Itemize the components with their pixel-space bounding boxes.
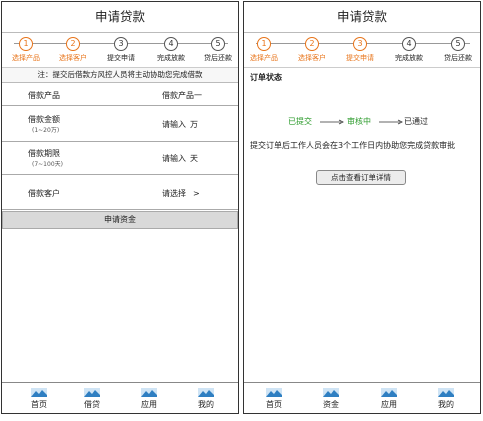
mountain-image-icon — [381, 388, 397, 397]
step-label: 选择产品 — [12, 54, 40, 62]
step-number: 1 — [257, 37, 271, 51]
step-number: 2 — [305, 37, 319, 51]
order-status-title: 订单状态 — [250, 73, 282, 82]
tab-funds[interactable]: 资金 — [311, 388, 351, 410]
tab-label: 应用 — [141, 400, 157, 409]
step-label: 完成放款 — [395, 54, 423, 62]
step-label: 贷后还款 — [444, 54, 472, 62]
mountain-image-icon — [438, 388, 454, 397]
step-number: 3 — [353, 37, 367, 51]
term-unit: 天 — [190, 154, 198, 163]
mountain-image-icon — [141, 388, 157, 397]
apply-funds-button[interactable]: 申请资金 — [2, 211, 238, 229]
step-number: 3 — [114, 37, 128, 51]
step-3: 3 提交申请 — [99, 37, 143, 63]
tab-bar: 首页 资金 应用 我的 — [244, 382, 480, 413]
tab-apps[interactable]: 应用 — [129, 388, 169, 410]
step-number: 2 — [66, 37, 80, 51]
progress-stepper: 1 选择产品 2 选择客户 3 提交申请 4 完成放款 5 贷后还款 — [2, 33, 238, 68]
tab-home[interactable]: 首页 — [19, 388, 59, 410]
step-2: 2 选择客户 — [51, 37, 95, 63]
mountain-image-icon — [323, 388, 339, 397]
step-label: 提交申请 — [107, 54, 135, 62]
tab-label: 应用 — [381, 400, 397, 409]
step-label: 选择客户 — [298, 54, 326, 62]
product-value[interactable]: 借款产品一 — [162, 90, 202, 101]
flow-approved: 已通过 — [404, 117, 428, 126]
tab-label: 借贷 — [84, 400, 100, 409]
step-number: 4 — [402, 37, 416, 51]
amount-range: (1~20万) — [32, 127, 60, 134]
mountain-image-icon — [266, 388, 282, 397]
step-number: 1 — [19, 37, 33, 51]
tab-me[interactable]: 我的 — [186, 388, 226, 410]
step-1: 1 选择产品 — [244, 37, 286, 63]
product-label: 借款产品 — [28, 91, 60, 100]
tab-label: 资金 — [323, 400, 339, 409]
tab-apps[interactable]: 应用 — [369, 388, 409, 410]
customer-value: 请选择 — [162, 189, 186, 198]
customer-select[interactable]: 请选择 > — [162, 188, 200, 199]
customer-label: 借款客户 — [28, 189, 60, 198]
tab-label: 我的 — [438, 400, 454, 409]
mountain-image-icon — [84, 388, 100, 397]
page-title: 申请贷款 — [2, 2, 238, 33]
notice-banner: 注：提交后借款方风控人员将主动协助您完成借款 — [2, 68, 238, 83]
tab-home[interactable]: 首页 — [254, 388, 294, 410]
chevron-right-icon: > — [193, 189, 200, 198]
term-input[interactable]: 请输入天 — [162, 153, 198, 164]
amount-placeholder: 请输入 — [162, 120, 186, 129]
amount-input[interactable]: 请输入万 — [162, 119, 198, 130]
tab-loan[interactable]: 借贷 — [72, 388, 112, 410]
page-title: 申请贷款 — [244, 2, 480, 33]
step-label: 完成放款 — [157, 54, 185, 62]
status-flow: 已提交 审核中 已通过 — [244, 116, 480, 128]
loan-application-screen: 申请贷款 1 选择产品 2 选择客户 3 提交申请 4 完成放款 5 贷后还款 … — [1, 1, 239, 414]
step-2: 2 选择客户 — [290, 37, 334, 63]
tab-me[interactable]: 我的 — [426, 388, 466, 410]
progress-stepper: 1 选择产品 2 选择客户 3 提交申请 4 完成放款 5 贷后还款 — [244, 33, 480, 68]
term-placeholder: 请输入 — [162, 154, 186, 163]
tab-bar: 首页 借贷 应用 我的 — [2, 382, 238, 413]
status-note: 提交订单后工作人员会在3个工作日内协助您完成贷款审批 — [250, 141, 456, 150]
mountain-image-icon — [31, 388, 47, 397]
tab-label: 我的 — [198, 400, 214, 409]
mountain-image-icon — [198, 388, 214, 397]
step-number: 4 — [164, 37, 178, 51]
step-1: 1 选择产品 — [4, 37, 48, 63]
arrow-right-icon — [379, 119, 403, 125]
step-4: 4 完成放款 — [149, 37, 193, 63]
step-label: 选择客户 — [59, 54, 87, 62]
step-4: 4 完成放款 — [387, 37, 431, 63]
amount-unit: 万 — [190, 120, 198, 129]
flow-submitted: 已提交 — [288, 117, 312, 126]
step-3: 3 提交申请 — [338, 37, 382, 63]
tab-label: 首页 — [31, 400, 47, 409]
step-5: 5 贷后还款 — [196, 37, 238, 63]
order-status-screen: 申请贷款 1 选择产品 2 选择客户 3 提交申请 4 完成放款 5 贷后还款 … — [243, 1, 481, 414]
view-order-details-button[interactable]: 点击查看订单详情 — [316, 170, 406, 185]
step-label: 提交申请 — [346, 54, 374, 62]
step-5: 5 贷后还款 — [436, 37, 480, 63]
amount-row: 借款金额 (1~20万) 请输入万 — [2, 106, 238, 142]
tab-label: 首页 — [266, 400, 282, 409]
step-label: 贷后还款 — [204, 54, 232, 62]
term-range: (7~100天) — [32, 161, 63, 168]
customer-row[interactable]: 借款客户 请选择 > — [2, 175, 238, 210]
term-row: 借款期限 (7~100天) 请输入天 — [2, 142, 238, 175]
product-row[interactable]: 借款产品 借款产品一 — [2, 83, 238, 106]
arrow-right-icon — [320, 119, 344, 125]
step-number: 5 — [451, 37, 465, 51]
amount-label: 借款金额 — [28, 115, 60, 124]
step-label: 选择产品 — [250, 54, 278, 62]
step-number: 5 — [211, 37, 225, 51]
flow-reviewing: 审核中 — [347, 117, 371, 126]
term-label: 借款期限 — [28, 149, 60, 158]
